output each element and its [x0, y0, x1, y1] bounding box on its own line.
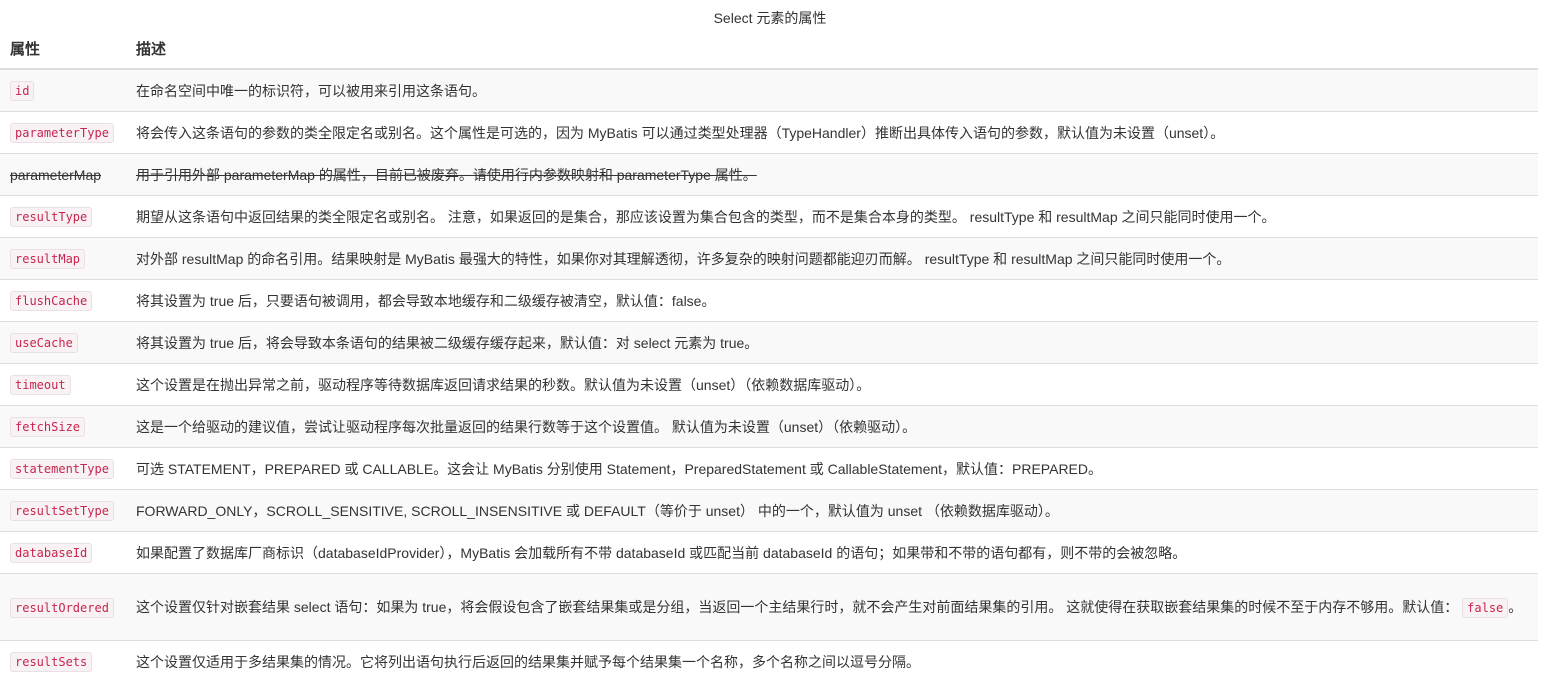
attr-name-code: fetchSize [10, 417, 86, 437]
table-row: resultSetType FORWARD_ONLY，SCROLL_SENSIT… [0, 489, 1538, 532]
attr-cell: id [0, 68, 126, 112]
table-row: statementType 可选 STATEMENT，PREPARED 或 CA… [0, 447, 1538, 490]
table-row: resultMap 对外部 resultMap 的命名引用。结果映射是 MyBa… [0, 237, 1538, 280]
desc-cell: 可选 STATEMENT，PREPARED 或 CALLABLE。这会让 MyB… [126, 447, 1538, 490]
desc-deprecated: 用于引用外部 parameterMap 的属性，目前已被废弃。请使用行内参数映射… [136, 166, 757, 183]
desc-cell: 将会传入这条语句的参数的类全限定名或别名。这个属性是可选的，因为 MyBatis… [126, 111, 1538, 154]
desc-cell: 将其设置为 true 后，只要语句被调用，都会导致本地缓存和二级缓存被清空，默认… [126, 279, 1538, 322]
desc-tail: 。 [1508, 598, 1523, 615]
desc-cell: 这是一个给驱动的建议值，尝试让驱动程序每次批量返回的结果行数等于这个设置值。 默… [126, 405, 1538, 448]
table-row: databaseId 如果配置了数据库厂商标识（databaseIdProvid… [0, 531, 1538, 574]
attr-cell: resultType [0, 195, 126, 238]
attr-name-code: resultOrdered [10, 597, 114, 618]
attr-cell: resultSetType [0, 489, 126, 532]
attr-name-code: parameterType [10, 123, 114, 143]
attributes-table: 属性 描述 id 在命名空间中唯一的标识符，可以被用来引用这条语句。 param… [0, 30, 1538, 682]
attr-name-code: statementType [10, 459, 114, 479]
desc-cell: 对外部 resultMap 的命名引用。结果映射是 MyBatis 最强大的特性… [126, 237, 1538, 280]
desc-cell: 将其设置为 true 后，将会导致本条语句的结果被二级缓存缓存起来，默认值：对 … [126, 321, 1538, 364]
desc-cell: FORWARD_ONLY，SCROLL_SENSITIVE, SCROLL_IN… [126, 489, 1538, 532]
desc-cell: 如果配置了数据库厂商标识（databaseIdProvider），MyBatis… [126, 531, 1538, 574]
table-row: resultType 期望从这条语句中返回结果的类全限定名或别名。 注意，如果返… [0, 195, 1538, 238]
table-row: fetchSize 这是一个给驱动的建议值，尝试让驱动程序每次批量返回的结果行数… [0, 405, 1538, 448]
attr-cell: resultOrdered [0, 573, 126, 641]
table-row: flushCache 将其设置为 true 后，只要语句被调用，都会导致本地缓存… [0, 279, 1538, 322]
attr-cell: useCache [0, 321, 126, 364]
attr-name-code: resultSetType [10, 501, 114, 521]
attr-name-code: useCache [10, 333, 78, 353]
attr-name-code: databaseId [10, 543, 93, 563]
attr-cell: databaseId [0, 531, 126, 574]
attr-cell: fetchSize [0, 405, 126, 448]
desc-cell: 期望从这条语句中返回结果的类全限定名或别名。 注意，如果返回的是集合，那应该设置… [126, 195, 1538, 238]
desc-cell: 在命名空间中唯一的标识符，可以被用来引用这条语句。 [126, 68, 1538, 112]
attr-cell: statementType [0, 447, 126, 490]
desc-cell: 这个设置是在抛出异常之前，驱动程序等待数据库返回请求结果的秒数。默认值为未设置（… [126, 363, 1538, 406]
attr-cell: parameterMap [0, 153, 126, 196]
table-row-deprecated: parameterMap 用于引用外部 parameterMap 的属性，目前已… [0, 153, 1538, 196]
attr-cell: timeout [0, 363, 126, 406]
desc-cell: 这个设置仅针对嵌套结果 select 语句：如果为 true，将会假设包含了嵌套… [126, 573, 1538, 641]
table-row: useCache 将其设置为 true 后，将会导致本条语句的结果被二级缓存缓存… [0, 321, 1538, 364]
attr-cell: resultSets [0, 640, 126, 682]
table-row: parameterType 将会传入这条语句的参数的类全限定名或别名。这个属性是… [0, 111, 1538, 154]
desc-cell: 用于引用外部 parameterMap 的属性，目前已被废弃。请使用行内参数映射… [126, 153, 1538, 196]
default-value-code: false [1462, 597, 1509, 618]
attr-cell: resultMap [0, 237, 126, 280]
attr-name-code: flushCache [10, 291, 93, 311]
attr-name-code: resultMap [10, 249, 86, 269]
attr-name-code: id [10, 81, 35, 101]
attr-cell: parameterType [0, 111, 126, 154]
attr-name-deprecated: parameterMap [10, 166, 102, 183]
desc-cell: 这个设置仅适用于多结果集的情况。它将列出语句执行后返回的结果集并赋予每个结果集一… [126, 640, 1538, 682]
table-row: resultSets 这个设置仅适用于多结果集的情况。它将列出语句执行后返回的结… [0, 640, 1538, 682]
table-row: resultOrdered 这个设置仅针对嵌套结果 select 语句：如果为 … [0, 573, 1538, 641]
attr-name-code: resultSets [10, 652, 93, 672]
attr-name-code: resultType [10, 207, 93, 227]
attr-cell: flushCache [0, 279, 126, 322]
attr-name-code: timeout [10, 375, 71, 395]
table-caption: Select 元素的属性 [713, 10, 827, 26]
header-description: 描述 [126, 30, 1538, 70]
table-row: timeout 这个设置是在抛出异常之前，驱动程序等待数据库返回请求结果的秒数。… [0, 363, 1538, 406]
table-header-row: 属性 描述 [0, 30, 1538, 70]
desc-text: 这个设置仅针对嵌套结果 select 语句：如果为 true，将会假设包含了嵌套… [136, 598, 1459, 615]
table-row: id 在命名空间中唯一的标识符，可以被用来引用这条语句。 [0, 68, 1538, 112]
header-attribute: 属性 [0, 30, 126, 70]
